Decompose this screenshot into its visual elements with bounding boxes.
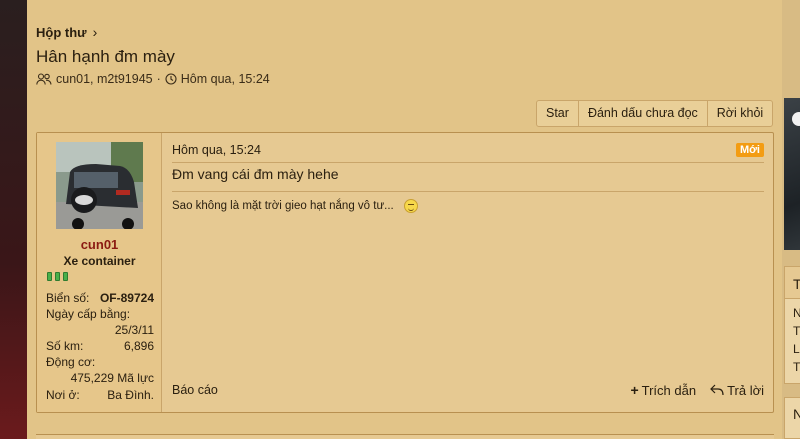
thread-meta: cun01, m2t91945 · Hôm qua, 15:24 (36, 72, 270, 86)
reply-icon (710, 384, 724, 396)
stat-value: 6,896 (123, 339, 154, 353)
breadcrumb[interactable]: Hộp thư › (36, 24, 97, 40)
chevron-right-icon: › (92, 24, 98, 40)
reply-label: Trả lời (727, 382, 764, 398)
message-post: cun01 Xe container Biển số: OF-89724 Ngà… (36, 132, 774, 413)
stat-label: Động cơ: (46, 355, 96, 369)
quote-label: Trích dẫn (641, 382, 697, 398)
left-background-strip (0, 0, 27, 439)
thread-date[interactable]: Hôm qua, 15:24 (181, 72, 270, 86)
next-post-edge (36, 434, 774, 439)
new-badge: Mới (735, 143, 764, 157)
stat-value: 475,229 Mã lực (70, 371, 154, 385)
message-body: Đm vang cái đm mày hehe (172, 166, 339, 182)
stat-value: Ba Đình. (107, 388, 154, 402)
stat-label: Biển số: (46, 291, 90, 305)
divider (172, 162, 764, 163)
users-icon (36, 73, 52, 85)
report-link[interactable]: Báo cáo (172, 383, 218, 397)
signature: Sao không là mặt trời gieo hạt nắng vô t… (172, 199, 418, 213)
sidebar-line[interactable]: La (785, 340, 800, 358)
stat-label: Nơi ở: (46, 388, 80, 402)
sidebar-line[interactable]: Ti (785, 322, 800, 340)
sidebar-image[interactable] (784, 98, 800, 250)
conversation-actions: Star Đánh dấu chưa đọc Rời khỏi (536, 100, 774, 127)
page-title: Hân hạnh đm mày (36, 47, 175, 66)
stat-value: 25/3/11 (114, 323, 154, 337)
mark-unread-button[interactable]: Đánh dấu chưa đọc (579, 101, 708, 126)
user-rank-pips (47, 272, 68, 281)
quote-button[interactable]: + Trích dẫn (630, 382, 696, 398)
reply-button[interactable]: Trả lời (710, 382, 764, 398)
smiley-icon (403, 199, 418, 213)
participants-link[interactable]: cun01, m2t91945 (56, 72, 153, 86)
message-user-cell: cun01 Xe container Biển số: OF-89724 Ngà… (37, 133, 162, 412)
conversation-page: Hộp thư › Hân hạnh đm mày cun01, m2t9194… (27, 0, 782, 439)
circle-icon (792, 112, 800, 126)
user-title: Xe container (63, 254, 136, 268)
sidebar-line[interactable]: N (785, 304, 800, 322)
clock-icon (165, 73, 177, 85)
message-main: Hôm qua, 15:24 Mới Đm vang cái đm mày he… (162, 133, 773, 412)
avatar[interactable] (56, 142, 143, 229)
right-sidebar-edge: T N Ti La Ti N (782, 0, 800, 439)
rank-pip (63, 272, 68, 281)
star-button[interactable]: Star (537, 101, 579, 126)
username-link[interactable]: cun01 (37, 237, 162, 252)
sidebar-box-header-2: N (784, 397, 800, 439)
rank-pip (55, 272, 60, 281)
plus-icon: + (630, 382, 639, 398)
stat-label: Ngày cấp bằng: (46, 307, 131, 321)
message-date[interactable]: Hôm qua, 15:24 (172, 143, 261, 157)
sidebar-box-header: T (785, 267, 800, 299)
leave-button[interactable]: Rời khỏi (708, 101, 772, 126)
stat-value: OF-89724 (99, 291, 154, 305)
sidebar-line[interactable]: Ti (785, 358, 800, 376)
message-actions: + Trích dẫn Trả lời (630, 382, 764, 398)
rank-pip (47, 272, 52, 281)
signature-text: Sao không là mặt trời gieo hạt nắng vô t… (172, 200, 394, 212)
stat-label: Số km: (46, 339, 84, 353)
sidebar-box: T N Ti La Ti (784, 266, 800, 384)
divider (172, 191, 764, 192)
meta-separator: · (156, 72, 161, 86)
breadcrumb-inbox[interactable]: Hộp thư (36, 25, 87, 40)
